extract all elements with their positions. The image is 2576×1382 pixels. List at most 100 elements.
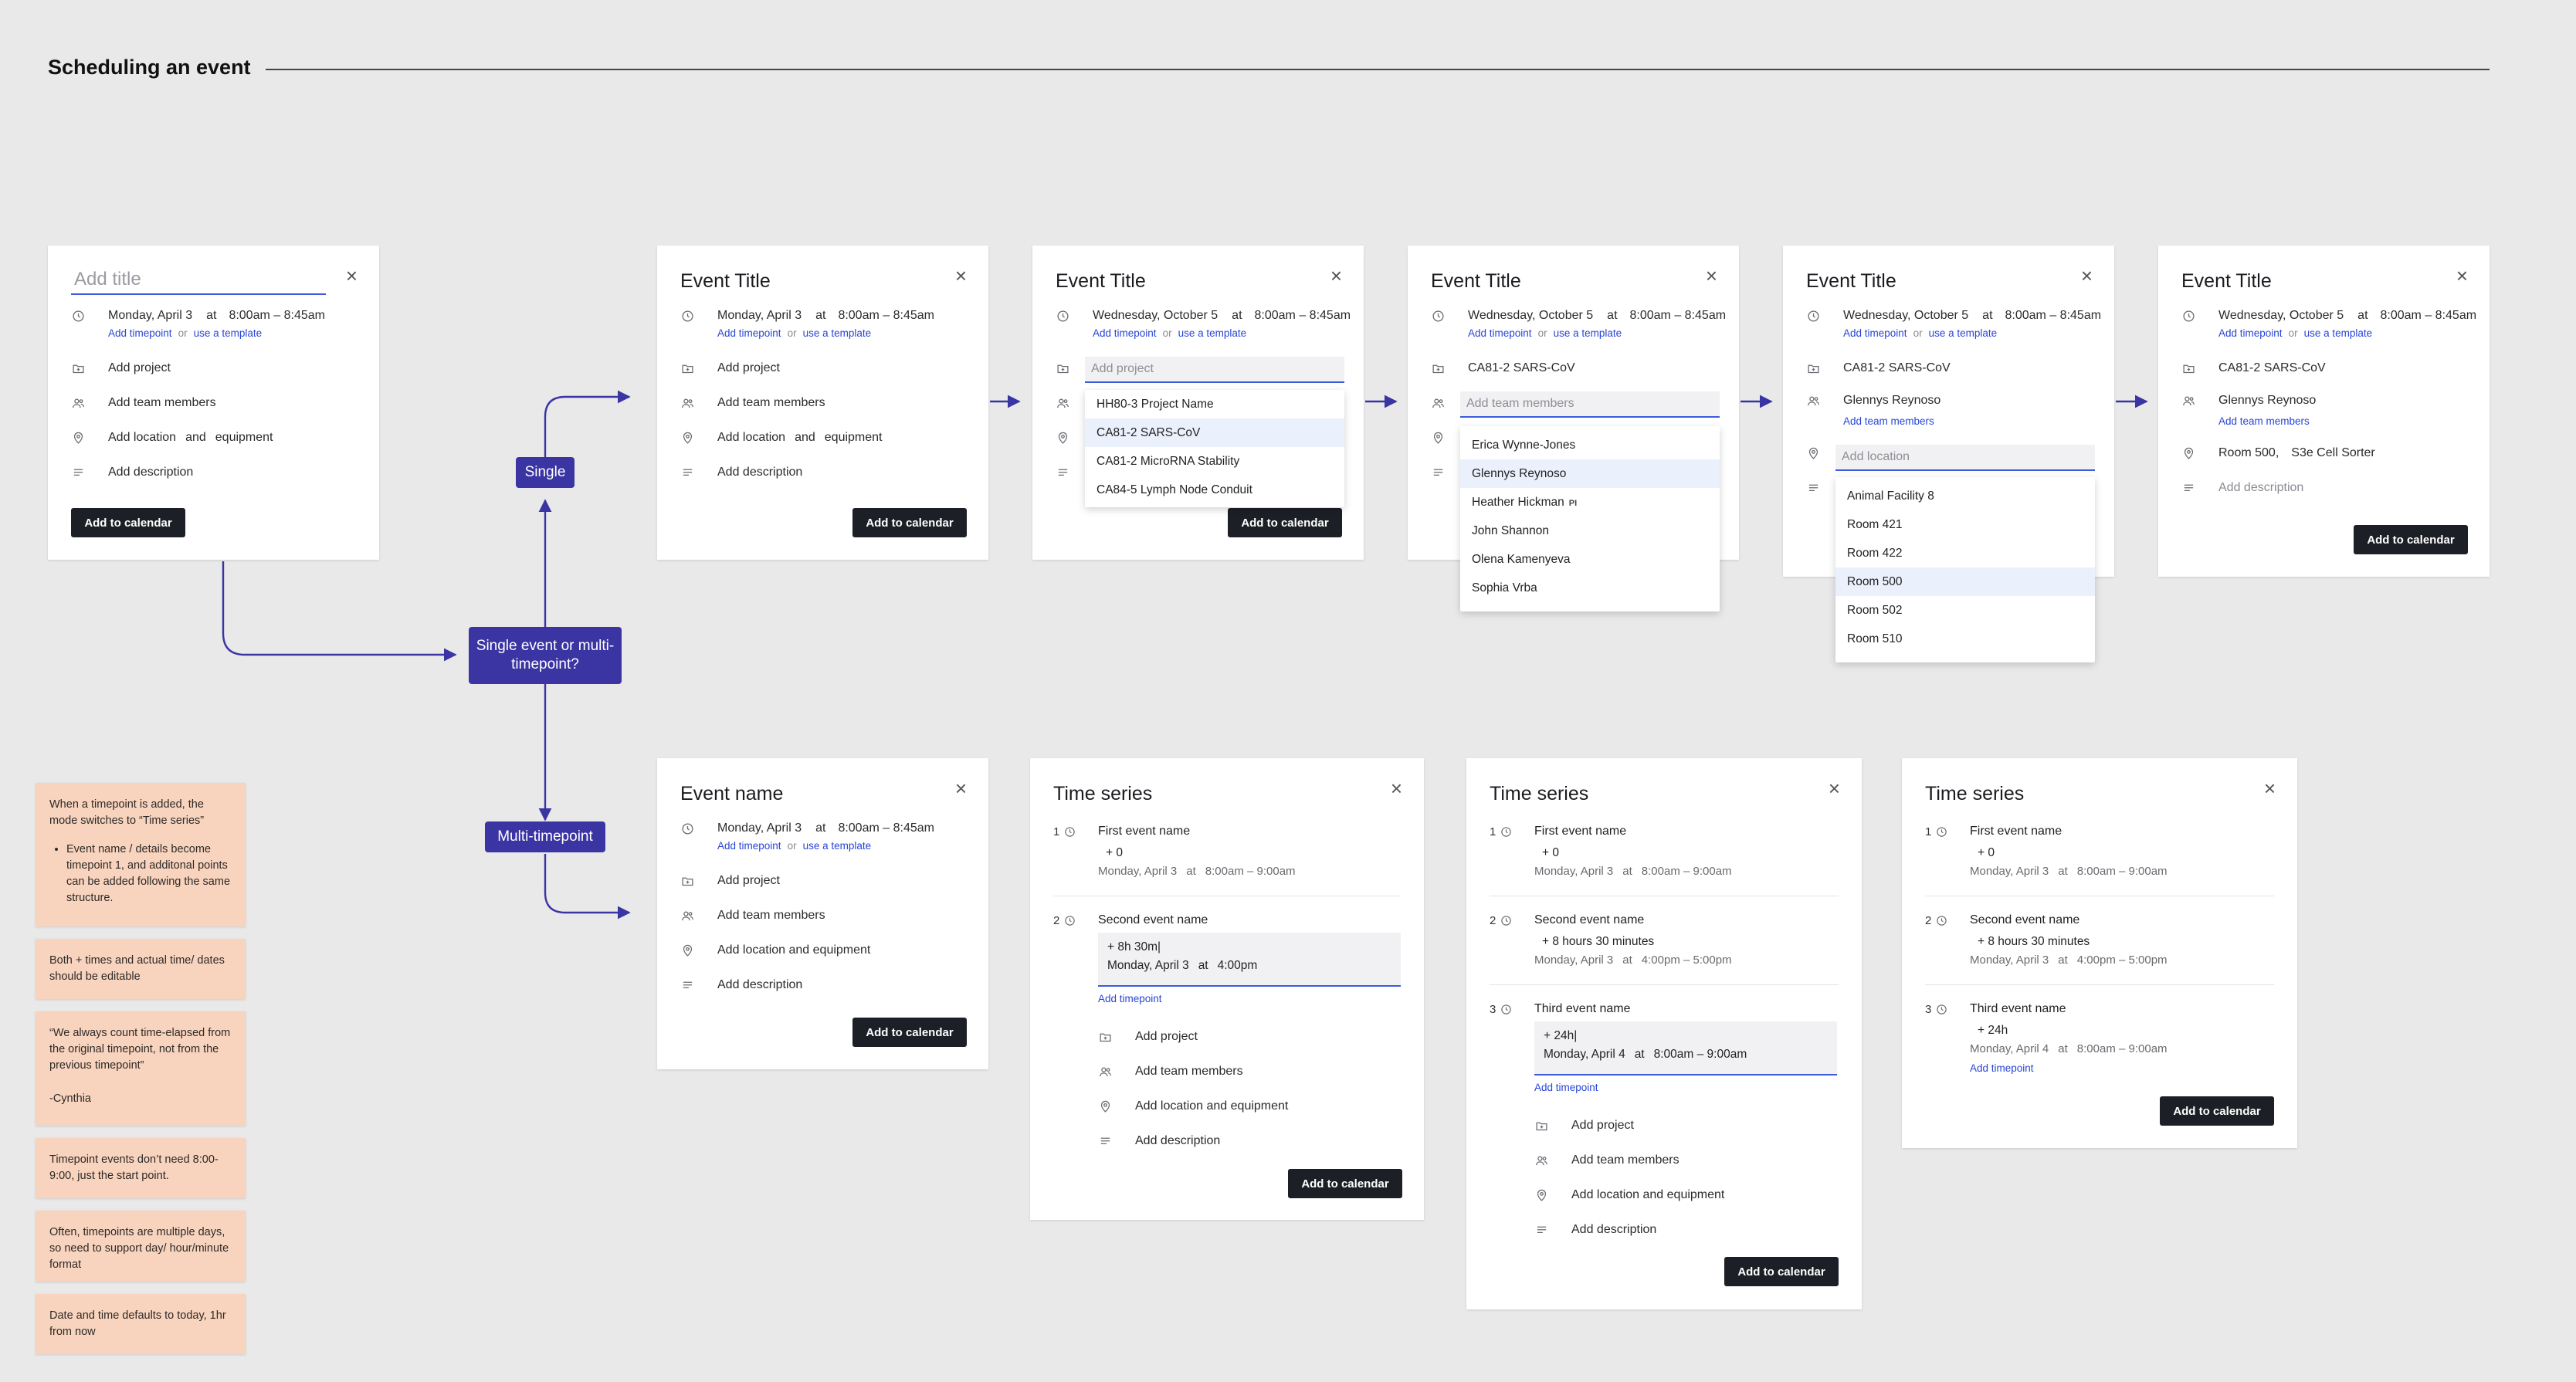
add-description-row[interactable]: Add description xyxy=(680,461,802,484)
close-button[interactable]: × xyxy=(2081,266,2093,286)
project-row[interactable]: CA81-2 SARS-CoV xyxy=(2181,357,2326,380)
add-to-calendar-button[interactable]: Add to calendar xyxy=(852,508,967,537)
timepoint-offset[interactable]: + 8 hours 30 minutes xyxy=(1542,935,1654,949)
dropdown-option[interactable]: Room 510 xyxy=(1835,625,2095,653)
close-button[interactable]: × xyxy=(2456,266,2468,286)
timepoint-name[interactable]: First event name xyxy=(1970,825,2062,838)
team-row[interactable]: Glennys Reynoso xyxy=(2181,389,2316,412)
timepoint-datetime[interactable]: Monday, April 3 at 8:00am – 9:00am xyxy=(1534,865,1741,878)
event-title[interactable]: Event Title xyxy=(2181,270,2272,293)
close-button[interactable]: × xyxy=(1706,266,1717,286)
add-description-row[interactable]: Add description xyxy=(71,461,193,484)
add-location-row[interactable]: Add location and equipment xyxy=(71,426,273,449)
timepoint-offset[interactable]: + 8 hours 30 minutes xyxy=(1978,935,2090,949)
dropdown-option-highlighted[interactable]: Room 500 xyxy=(1835,567,2095,596)
location-search-input[interactable] xyxy=(1835,445,2095,471)
close-button[interactable]: × xyxy=(955,778,967,798)
project-row[interactable]: CA81-2 SARS-CoV xyxy=(1431,357,1575,380)
datetime-row[interactable]: Wednesday, October 5 at 8:00am – 8:45am xyxy=(1431,304,1737,327)
timepoint-name[interactable]: Second event name xyxy=(1970,913,2079,927)
add-location-row[interactable]: Add location and equipment xyxy=(680,426,882,449)
dropdown-option[interactable]: Heather Hickman PI xyxy=(1460,488,1720,517)
add-team-link[interactable]: Add team members xyxy=(2218,415,2310,427)
dropdown-option[interactable]: CA81-2 MicroRNA Stability xyxy=(1085,447,1344,476)
datetime-row[interactable]: Wednesday, October 5 at 8:00am – 8:45am xyxy=(2181,304,2487,327)
close-button[interactable]: × xyxy=(346,266,358,286)
timepoint-name[interactable]: First event name xyxy=(1098,825,1190,838)
dropdown-option-highlighted[interactable]: Glennys Reynoso xyxy=(1460,459,1720,488)
add-team-row[interactable]: Add team members xyxy=(71,391,216,415)
add-location-row[interactable]: Add location and equipment xyxy=(1098,1095,1288,1118)
close-button[interactable]: × xyxy=(1330,266,1342,286)
add-to-calendar-button[interactable]: Add to calendar xyxy=(1228,508,1342,537)
close-button[interactable]: × xyxy=(1829,778,1840,798)
event-title[interactable]: Event Title xyxy=(680,270,771,293)
add-location-row[interactable]: Add location and equipment xyxy=(1534,1184,1724,1207)
timepoint-offset[interactable]: + 24h xyxy=(1978,1024,2008,1038)
dropdown-option[interactable]: John Shannon xyxy=(1460,517,1720,545)
location-row[interactable]: Room 500, S3e Cell Sorter xyxy=(2181,442,2375,465)
add-project-row[interactable]: Add project xyxy=(1098,1025,1198,1048)
datetime-row[interactable]: Monday, April 3 at 8:00am – 8:45am xyxy=(680,817,945,840)
timepoint-datetime[interactable]: Monday, April 4 at 8:00am – 9:00am xyxy=(1970,1042,2177,1055)
use-template-link[interactable]: use a template xyxy=(1178,327,1247,339)
add-description-row[interactable]: Add description xyxy=(680,974,802,997)
timepoint-edit-field[interactable]: + 8h 30m| Monday, April 3 at 4:00pm xyxy=(1098,933,1401,987)
timepoint-name[interactable]: Second event name xyxy=(1534,913,1644,927)
datetime-row[interactable]: Monday, April 3 at 8:00am – 8:45am xyxy=(680,304,945,327)
timepoint-edit-field[interactable]: + 24h| Monday, April 4 at 8:00am – 9:00am xyxy=(1534,1021,1837,1075)
use-template-link[interactable]: use a template xyxy=(1554,327,1622,339)
close-button[interactable]: × xyxy=(1391,778,1402,798)
add-timepoint-link[interactable]: Add timepoint xyxy=(1970,1062,2034,1074)
add-timepoint-link[interactable]: Add timepoint xyxy=(1098,993,1162,1004)
datetime-row[interactable]: Monday, April 3 at 8:00am – 8:45am xyxy=(71,304,336,327)
use-template-link[interactable]: use a template xyxy=(803,327,872,339)
add-timepoint-link[interactable]: Add timepoint xyxy=(717,327,781,339)
event-title[interactable]: Event Title xyxy=(1806,270,1896,293)
close-button[interactable]: × xyxy=(955,266,967,286)
add-to-calendar-button[interactable]: Add to calendar xyxy=(2160,1096,2274,1126)
timepoint-datetime[interactable]: Monday, April 3 at 4:00pm – 5:00pm xyxy=(1534,954,1741,967)
add-to-calendar-button[interactable]: Add to calendar xyxy=(1288,1169,1402,1198)
add-team-row[interactable]: Add team members xyxy=(1098,1060,1243,1083)
team-row[interactable]: Glennys Reynoso xyxy=(1806,389,1940,412)
add-project-row[interactable]: Add project xyxy=(71,357,171,380)
add-description-row[interactable]: Add description xyxy=(1098,1130,1220,1153)
title-input[interactable] xyxy=(71,266,326,295)
use-template-link[interactable]: use a template xyxy=(2304,327,2373,339)
add-timepoint-link[interactable]: Add timepoint xyxy=(1534,1082,1598,1093)
dropdown-option[interactable]: Sophia Vrba xyxy=(1460,574,1720,602)
event-title[interactable]: Event Title xyxy=(1056,270,1146,293)
timepoint-name[interactable]: Third event name xyxy=(1970,1002,2066,1016)
timepoint-datetime[interactable]: Monday, April 3 at 8:00am – 9:00am xyxy=(1098,865,1305,878)
event-title[interactable]: Event Title xyxy=(1431,270,1521,293)
add-to-calendar-button[interactable]: Add to calendar xyxy=(2354,525,2468,554)
dropdown-option-highlighted[interactable]: CA81-2 SARS-CoV xyxy=(1085,418,1344,447)
event-name[interactable]: Event name xyxy=(680,783,783,805)
use-template-link[interactable]: use a template xyxy=(803,840,872,852)
add-timepoint-link[interactable]: Add timepoint xyxy=(717,840,781,852)
add-to-calendar-button[interactable]: Add to calendar xyxy=(71,508,185,537)
add-description-row[interactable]: Add description xyxy=(2181,476,2303,500)
project-row[interactable]: CA81-2 SARS-CoV xyxy=(1806,357,1951,380)
timepoint-name[interactable]: First event name xyxy=(1534,825,1626,838)
close-button[interactable]: × xyxy=(2264,778,2276,798)
add-location-row[interactable]: Add location and equipment xyxy=(680,939,870,962)
timepoint-name[interactable]: Third event name xyxy=(1534,1002,1631,1016)
add-project-row[interactable]: Add project xyxy=(1534,1114,1634,1137)
add-project-row[interactable]: Add project xyxy=(680,357,780,380)
dropdown-option[interactable]: Room 422 xyxy=(1835,539,2095,567)
dropdown-option[interactable]: Olena Kamenyeva xyxy=(1460,545,1720,574)
add-timepoint-link[interactable]: Add timepoint xyxy=(2218,327,2283,339)
datetime-row[interactable]: Wednesday, October 5 at 8:00am – 8:45am xyxy=(1056,304,1361,327)
time-series-title[interactable]: Time series xyxy=(1053,783,1152,805)
add-to-calendar-button[interactable]: Add to calendar xyxy=(852,1018,967,1047)
add-description-row[interactable]: Add description xyxy=(1534,1218,1656,1241)
dropdown-option[interactable]: Room 421 xyxy=(1835,510,2095,539)
use-template-link[interactable]: use a template xyxy=(1929,327,1998,339)
dropdown-option[interactable]: Erica Wynne-Jones xyxy=(1460,431,1720,459)
dropdown-option[interactable]: CA84-5 Lymph Node Conduit xyxy=(1085,476,1344,504)
dropdown-option[interactable]: HH80-3 Project Name xyxy=(1085,390,1344,418)
add-team-row[interactable]: Add team members xyxy=(1534,1149,1679,1172)
add-team-row[interactable]: Add team members xyxy=(680,391,825,415)
